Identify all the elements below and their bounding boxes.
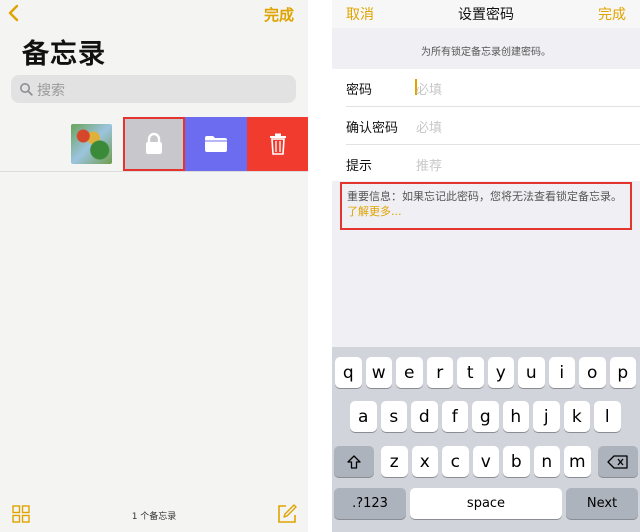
key-f[interactable]: f [441,401,468,432]
lock-icon [146,132,162,154]
key-v[interactable]: v [472,446,499,477]
numbers-key[interactable]: .?123 [334,488,406,519]
confirm-password-input[interactable]: 必填 [416,117,442,136]
next-key[interactable]: Next [566,488,638,519]
done-button[interactable]: 完成 [264,4,294,25]
trash-icon [269,133,286,155]
lock-note-button[interactable] [123,117,185,171]
key-s[interactable]: s [380,401,407,432]
confirm-password-row[interactable]: 确认密码 必填 [332,107,640,144]
screen-title: 设置密码 [458,7,514,23]
set-password-screen: 取消 设置密码 完成 为所有锁定备忘录创建密码。 密码 必填 确认密码 必填 提… [332,0,640,532]
warning-text: 重要信息：如果忘记此密码，您将无法查看锁定备忘录。了解更多... [347,189,627,219]
nav-bar: 取消 设置密码 完成 [332,0,640,28]
hint-row[interactable]: 提示 推荐 [332,145,640,182]
password-row[interactable]: 密码 必填 [332,69,640,106]
key-e[interactable]: e [396,357,423,388]
confirm-password-label: 确认密码 [346,121,399,136]
hint-input[interactable]: 推荐 [416,155,442,174]
hint-label: 提示 [346,159,373,174]
keyboard: .?123 space Next qwertyuiop asdfghjkl zxcv… [332,347,640,532]
space-key[interactable]: space [410,488,562,519]
search-placeholder: 搜索 [37,83,65,99]
folder-icon [205,136,227,152]
bottom-toolbar: 1 个备忘录 [0,496,308,532]
key-m[interactable]: m [564,446,591,477]
move-note-button[interactable] [185,117,247,171]
backspace-key[interactable] [598,446,638,477]
key-k[interactable]: k [563,401,590,432]
key-d[interactable]: d [411,401,438,432]
key-u[interactable]: u [518,357,545,388]
password-label: 密码 [346,83,373,98]
instruction-text: 为所有锁定备忘录创建密码。 [421,47,551,58]
key-b[interactable]: b [503,446,530,477]
note-thumbnail [71,124,112,164]
password-input[interactable]: 必填 [416,79,442,98]
key-o[interactable]: o [579,357,606,388]
key-x[interactable]: x [411,446,438,477]
key-n[interactable]: n [533,446,560,477]
warning-box: 重要信息：如果忘记此密码，您将无法查看锁定备忘录。了解更多... [340,182,632,230]
key-w[interactable]: w [365,357,392,388]
key-r[interactable]: r [426,357,453,388]
warning-message: 重要信息：如果忘记此密码，您将无法查看锁定备忘录。 [347,190,622,203]
key-j[interactable]: j [533,401,560,432]
search-bar[interactable]: 搜索 [11,75,296,103]
key-t[interactable]: t [457,357,484,388]
delete-note-button[interactable] [247,117,308,171]
row-divider [0,171,308,172]
done-button[interactable]: 完成 [598,4,626,24]
search-icon [20,83,33,96]
key-l[interactable]: l [594,401,621,432]
note-count: 1 个备忘录 [131,512,177,522]
back-chevron-icon[interactable] [6,4,22,22]
key-p[interactable]: p [609,357,636,388]
shift-key[interactable] [334,446,374,477]
key-z[interactable]: z [381,446,408,477]
compose-icon[interactable] [276,503,298,525]
key-y[interactable]: y [487,357,514,388]
password-form: 密码 必填 确认密码 必填 提示 推荐 [332,69,640,181]
key-q[interactable]: q [335,357,362,388]
key-h[interactable]: h [502,401,529,432]
page-title: 备忘录 [22,39,106,70]
notes-list-screen: 完成 备忘录 搜索 1 个备忘录 [0,0,308,532]
note-row[interactable] [0,117,308,171]
backspace-icon [607,454,628,469]
key-c[interactable]: c [442,446,469,477]
key-a[interactable]: a [350,401,377,432]
learn-more-link[interactable]: 了解更多... [347,205,402,218]
shift-icon [347,454,361,469]
key-i[interactable]: i [548,357,575,388]
key-g[interactable]: g [472,401,499,432]
